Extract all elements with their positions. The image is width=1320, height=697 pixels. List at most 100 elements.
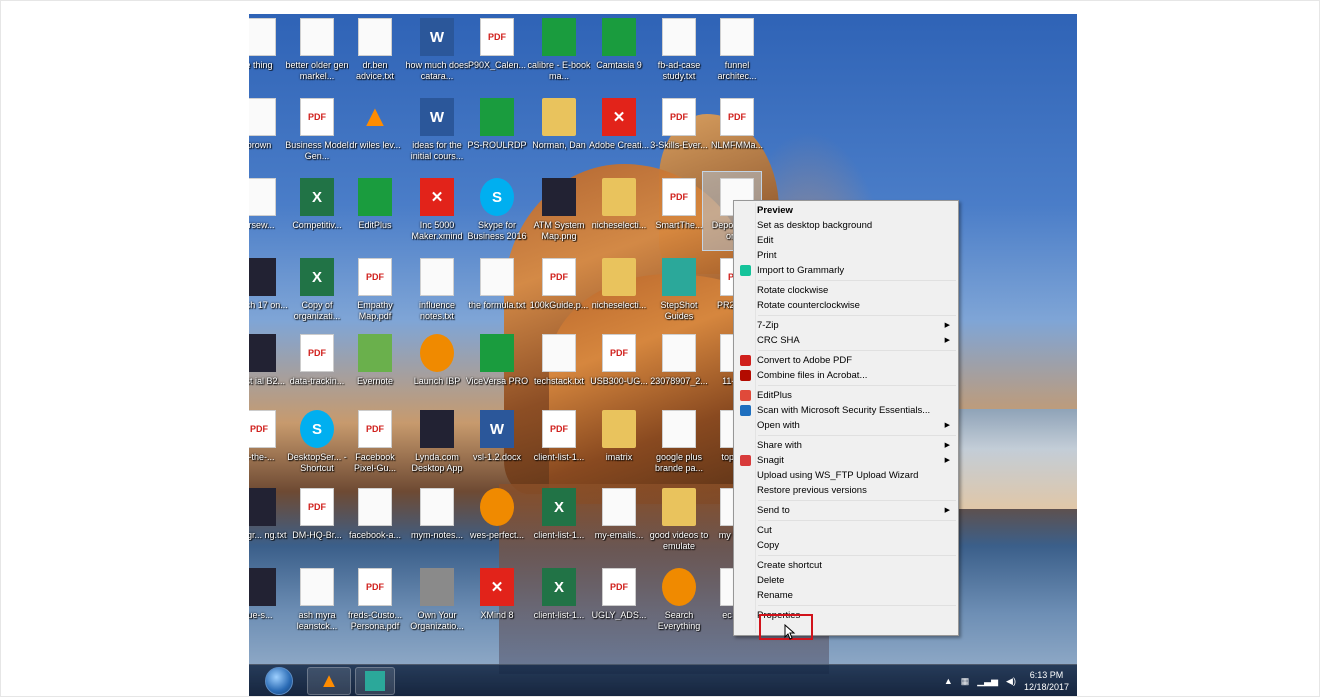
desktop-icon[interactable]: ✕ XMind 8 xyxy=(465,566,529,644)
desktop-icon[interactable]: nicheselecti... xyxy=(587,256,651,334)
menu-item-crc-sha[interactable]: CRC SHA ▶ xyxy=(736,333,956,348)
desktop-icon[interactable]: PDF client-list-1... xyxy=(527,408,591,486)
menu-item-delete[interactable]: Delete xyxy=(736,573,956,588)
desktop-icon[interactable]: PDF DM-HQ-Br... xyxy=(285,486,349,564)
taskbar-vlc-button[interactable]: ▲ xyxy=(307,667,351,695)
desktop-icon[interactable]: funnel architec... xyxy=(705,16,769,94)
desktop-icon[interactable]: X Competitiv... xyxy=(285,176,349,254)
submenu-arrow-icon: ▶ xyxy=(944,507,950,514)
menu-item-restore-previous-versions[interactable]: Restore previous versions xyxy=(736,483,956,498)
desktop-icon[interactable]: dr.ben advice.txt xyxy=(343,16,407,94)
pdf-file-icon: PDF xyxy=(720,98,754,136)
desktop-icon[interactable]: PDF NLMFMMa... xyxy=(705,96,769,174)
app-file-icon xyxy=(480,334,514,372)
desktop-icon[interactable]: facebook-a... xyxy=(343,486,407,564)
app-file-icon xyxy=(602,18,636,56)
desktop-icon[interactable]: Own Your Organizatio... xyxy=(405,566,469,644)
menu-item-7-zip[interactable]: 7-Zip ▶ xyxy=(736,318,956,333)
menu-item-combine-files-in-acrobat[interactable]: Combine files in Acrobat... xyxy=(736,368,956,383)
menu-item-editplus[interactable]: EditPlus xyxy=(736,388,956,403)
signal-icon[interactable]: ▁▃▅ xyxy=(977,676,998,687)
desktop-icon[interactable]: Launch IBP xyxy=(405,332,469,410)
desktop-icon[interactable]: PDF Facebook Pixel-Gu... xyxy=(343,408,407,486)
desktop-icon[interactable]: imatrix xyxy=(587,408,651,486)
desktop-icon-label: DesktopSer... - Shortcut xyxy=(287,452,347,473)
desktop-icon[interactable]: PDF SmartThe... xyxy=(647,176,711,254)
menu-item-rotate-clockwise[interactable]: Rotate clockwise xyxy=(736,283,956,298)
desktop-icon[interactable]: ✕ Adobe Creati... xyxy=(587,96,651,174)
desktop-icon[interactable]: Xclient-list-1... xyxy=(527,486,591,564)
desktop-icon[interactable]: Lynda.com Desktop App xyxy=(405,408,469,486)
desktop-icon[interactable]: X Copy of organizati... xyxy=(285,256,349,334)
desktop-icon[interactable]: ash myra leanstck... xyxy=(285,566,349,644)
menu-item-edit[interactable]: Edit xyxy=(736,233,956,248)
desktop-icon[interactable]: Search Everything xyxy=(647,566,711,644)
desktop-icon[interactable]: PDF P90X_Calen... xyxy=(465,16,529,94)
desktop-icon[interactable]: PDF Empathy Map.pdf xyxy=(343,256,407,334)
desktop-icon[interactable]: google plus brande pa... xyxy=(647,408,711,486)
desktop-icon[interactable]: techstack.txt xyxy=(527,332,591,410)
tray-chevron-icon[interactable]: ▲ xyxy=(944,676,953,686)
menu-item-rotate-counterclockwise[interactable]: Rotate counterclockwise xyxy=(736,298,956,313)
menu-item-send-to[interactable]: Send to ▶ xyxy=(736,503,956,518)
desktop-icon[interactable]: EditPlus xyxy=(343,176,407,254)
menu-item-share-with[interactable]: Share with ▶ xyxy=(736,438,956,453)
menu-item-label: Preview xyxy=(757,205,793,216)
desktop[interactable]: e thingbetter older gen markel...dr.ben … xyxy=(249,14,1077,696)
desktop-icon[interactable]: PDF UGLY_ADS... xyxy=(587,566,651,644)
desktop-icon[interactable]: Wvsl-1.2.docx xyxy=(465,408,529,486)
desktop-icon[interactable]: PDF Business Model Gen... xyxy=(285,96,349,174)
app-file-icon xyxy=(542,18,576,56)
desktop-icon[interactable]: PDF 100kGuide.p... xyxy=(527,256,591,334)
menu-item-upload-using-ws-ftp-upload-wizard[interactable]: Upload using WS_FTP Upload Wizard xyxy=(736,468,956,483)
volume-icon[interactable]: ◀) xyxy=(1006,676,1016,687)
menu-item-copy[interactable]: Copy xyxy=(736,538,956,553)
desktop-icon[interactable]: Wideas for the initial cours... xyxy=(405,96,469,174)
desktop-icon[interactable]: StepShot Guides xyxy=(647,256,711,334)
menu-item-scan-with-microsoft-security-essentials[interactable]: Scan with Microsoft Security Essentials.… xyxy=(736,403,956,418)
menu-item-import-to-grammarly[interactable]: Import to Grammarly xyxy=(736,263,956,278)
menu-item-rename[interactable]: Rename xyxy=(736,588,956,603)
menu-item-preview[interactable]: Preview xyxy=(736,203,956,218)
desktop-icon[interactable]: Evernote xyxy=(343,332,407,410)
desktop-icon[interactable]: PDF USB300-UG... xyxy=(587,332,651,410)
clock[interactable]: 6:13 PM 12/18/2017 xyxy=(1024,669,1069,693)
desktop-icon[interactable]: nicheselecti... xyxy=(587,176,651,254)
desktop-icon-label: 100kGuide.p... xyxy=(529,300,589,310)
menu-item-print[interactable]: Print xyxy=(736,248,956,263)
desktop-icon[interactable]: ✕ Inc 5000 Maker.xmind xyxy=(405,176,469,254)
desktop-icon[interactable]: good videos to emulate xyxy=(647,486,711,564)
desktop-icon[interactable]: ▲ dr wiles lev... xyxy=(343,96,407,174)
desktop-icon[interactable]: ViceVersa PRO xyxy=(465,332,529,410)
menu-item-snagit[interactable]: Snagit ▶ xyxy=(736,453,956,468)
desktop-icon[interactable]: mym-notes... xyxy=(405,486,469,564)
menu-item-create-shortcut[interactable]: Create shortcut xyxy=(736,558,956,573)
network-icon[interactable]: ▦ xyxy=(961,676,970,687)
desktop-icon[interactable]: PS-ROULRDP xyxy=(465,96,529,174)
desktop-icon[interactable]: influence notes.txt xyxy=(405,256,469,334)
desktop-icon[interactable]: PDF data-trackin... xyxy=(285,332,349,410)
menu-item-open-with[interactable]: Open with ▶ xyxy=(736,418,956,433)
desktop-icon[interactable]: the formula.txt xyxy=(465,256,529,334)
menu-item-cut[interactable]: Cut xyxy=(736,523,956,538)
desktop-icon[interactable]: better older gen markel... xyxy=(285,16,349,94)
menu-item-label: Import to Grammarly xyxy=(757,265,845,276)
taskbar-stepshot-button[interactable] xyxy=(355,667,395,695)
desktop-icon[interactable]: S DesktopSer... - Shortcut xyxy=(285,408,349,486)
desktop-icon[interactable]: PDF freds-Custo... Persona.pdf xyxy=(343,566,407,644)
desktop-icon[interactable]: PDF 3-Skills-Ever... xyxy=(647,96,711,174)
desktop-icon[interactable]: 23078907_2... xyxy=(647,332,711,410)
desktop-icon[interactable]: my-emails... xyxy=(587,486,651,564)
desktop-icon[interactable]: Xclient-list-1... xyxy=(527,566,591,644)
desktop-icon[interactable]: S Skype for Business 2016 xyxy=(465,176,529,254)
menu-item-set-as-desktop-background[interactable]: Set as desktop background xyxy=(736,218,956,233)
desktop-icon[interactable]: Norman, Dan xyxy=(527,96,591,174)
start-button[interactable] xyxy=(265,667,293,695)
desktop-icon[interactable]: ATM System Map.png xyxy=(527,176,591,254)
desktop-icon[interactable]: Whow much does catara... xyxy=(405,16,469,94)
desktop-icon[interactable]: calibre - E-book ma... xyxy=(527,16,591,94)
desktop-icon[interactable]: fb-ad-case study.txt xyxy=(647,16,711,94)
desktop-icon[interactable]: wes-perfect... xyxy=(465,486,529,564)
desktop-icon[interactable]: Camtasia 9 xyxy=(587,16,651,94)
menu-item-convert-to-adobe-pdf[interactable]: Convert to Adobe PDF xyxy=(736,353,956,368)
